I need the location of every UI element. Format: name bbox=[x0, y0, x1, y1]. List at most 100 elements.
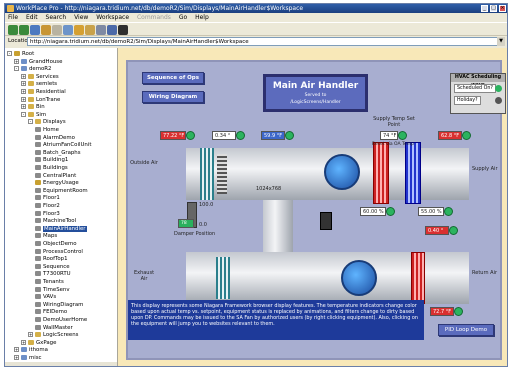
reset-oa-label: Reset via OA Temp bbox=[371, 142, 415, 147]
collapse-icon[interactable]: - bbox=[21, 111, 26, 117]
outside-temp-go-icon[interactable] bbox=[186, 131, 195, 140]
exhaust-filter-icon[interactable] bbox=[216, 257, 230, 299]
folder-icon bbox=[35, 294, 41, 300]
hvac-scheduling-title: HVAC Scheduling ways bbox=[451, 74, 505, 88]
reheat-coil-icon[interactable] bbox=[411, 252, 425, 304]
menu-search[interactable]: Search bbox=[46, 14, 67, 21]
maximize-button[interactable]: □ bbox=[490, 5, 497, 12]
forward-icon[interactable] bbox=[19, 25, 29, 35]
folder-icon[interactable] bbox=[85, 25, 95, 35]
camera-icon[interactable] bbox=[118, 25, 128, 35]
expand-icon[interactable]: + bbox=[21, 96, 26, 102]
folder-icon bbox=[35, 309, 41, 315]
expand-icon[interactable]: + bbox=[21, 81, 26, 87]
folder-icon bbox=[28, 73, 34, 79]
expand-icon[interactable]: + bbox=[21, 73, 26, 79]
folder-icon bbox=[35, 134, 41, 140]
return-fan-icon[interactable] bbox=[341, 260, 377, 296]
expand-icon[interactable]: + bbox=[21, 339, 26, 345]
expand-icon[interactable]: + bbox=[14, 58, 19, 64]
return-air-label: Return Air bbox=[472, 270, 498, 276]
minimize-button[interactable]: _ bbox=[481, 5, 488, 12]
exhaust-air-label: Exhaust Air bbox=[133, 270, 155, 282]
expand-icon[interactable]: + bbox=[14, 355, 19, 360]
toolbar bbox=[5, 22, 507, 36]
folder-icon bbox=[21, 58, 27, 64]
expand-icon[interactable]: + bbox=[28, 332, 33, 338]
expand-icon[interactable]: + bbox=[14, 347, 19, 353]
stop-icon[interactable] bbox=[52, 25, 62, 35]
reheat-go-icon[interactable] bbox=[449, 226, 458, 235]
tree-item-label: Tenants bbox=[43, 279, 64, 285]
menu-bar: File Edit Search View Workspace Commands… bbox=[5, 13, 507, 22]
tree-item-label: GrandHouse bbox=[29, 58, 63, 65]
grid-icon[interactable] bbox=[96, 25, 106, 35]
humidity-go-icon[interactable] bbox=[236, 131, 245, 140]
tree-item-label: Sequence bbox=[43, 263, 70, 270]
folder-icon bbox=[35, 210, 41, 216]
location-dropdown-icon[interactable]: ▼ bbox=[497, 37, 505, 46]
holiday-button[interactable]: Holiday? bbox=[454, 96, 481, 105]
filter-icon[interactable] bbox=[200, 148, 214, 200]
close-button[interactable]: × bbox=[499, 5, 506, 12]
setpoint-go-icon[interactable] bbox=[398, 131, 407, 140]
collapse-icon[interactable]: - bbox=[14, 66, 19, 72]
back-icon[interactable] bbox=[8, 25, 18, 35]
heating-coil-icon[interactable] bbox=[373, 142, 389, 204]
tree-icon[interactable] bbox=[63, 25, 73, 35]
cooling-coil-icon[interactable] bbox=[405, 142, 421, 204]
menu-commands: Commands bbox=[136, 14, 171, 21]
expand-icon[interactable]: + bbox=[21, 104, 26, 110]
tree-item-label: AlarmDemo bbox=[43, 134, 75, 141]
valve-two-go-icon[interactable] bbox=[444, 207, 453, 216]
tree-item-label: VAVs bbox=[43, 294, 57, 301]
folder-icon bbox=[35, 271, 41, 277]
tree-item[interactable]: + misc bbox=[14, 354, 42, 362]
folder-icon bbox=[35, 301, 41, 307]
menu-help[interactable]: Help bbox=[195, 14, 209, 21]
nav-tree: - Root + GrandHouse - demoR2 + Services + semlets… bbox=[5, 48, 118, 366]
mixed-air-temp-reading: 59.9 °F bbox=[261, 131, 294, 140]
pid-loop-demo-button[interactable]: PID Loop Demo bbox=[438, 324, 494, 336]
damper-position-label: Damper Position bbox=[174, 231, 216, 237]
menu-file[interactable]: File bbox=[8, 14, 18, 21]
refresh-icon[interactable] bbox=[30, 25, 40, 35]
tree-item-label: Services bbox=[36, 73, 59, 80]
control-panel-icon[interactable] bbox=[320, 212, 332, 230]
home-icon[interactable] bbox=[41, 25, 51, 35]
folder-icon bbox=[35, 286, 41, 292]
expand-icon[interactable]: + bbox=[21, 89, 26, 94]
bookmark-icon[interactable] bbox=[74, 25, 84, 35]
tree-item-label: Floor2 bbox=[43, 203, 60, 209]
collapse-icon[interactable]: - bbox=[28, 119, 33, 125]
folder-icon bbox=[35, 203, 41, 208]
tree-item-label: Buildings bbox=[43, 165, 68, 171]
monitor-icon[interactable] bbox=[107, 25, 117, 35]
tree-item-label: Residential bbox=[36, 89, 66, 95]
sequence-of-ops-button[interactable]: Sequence of Ops bbox=[142, 72, 204, 84]
damper-icon[interactable] bbox=[217, 154, 227, 194]
folder-icon bbox=[35, 225, 41, 231]
menu-edit[interactable]: Edit bbox=[26, 14, 38, 21]
tree-item-label: demoR2 bbox=[29, 66, 52, 73]
collapse-icon[interactable]: - bbox=[7, 51, 12, 56]
title-bar: WorkPlace Pro - http://niagara.tridium.n… bbox=[5, 4, 507, 13]
valve-two-reading: 55.00 % bbox=[418, 207, 453, 216]
wiring-diagram-button[interactable]: Wiring Diagram bbox=[142, 91, 204, 103]
supply-fan-icon[interactable] bbox=[324, 154, 360, 190]
location-input[interactable]: http://niagara.tridium.net/db/demoR2/Sim… bbox=[27, 37, 500, 46]
folder-icon bbox=[28, 89, 34, 94]
mixed-temp-go-icon[interactable] bbox=[285, 131, 294, 140]
scheduled-on-button[interactable]: Scheduled On? bbox=[454, 84, 496, 93]
window-title: WorkPlace Pro - http://niagara.tridium.n… bbox=[16, 5, 304, 12]
location-bar: Location http://niagara.tridium.net/db/d… bbox=[5, 36, 507, 47]
return-temp-go-icon[interactable] bbox=[454, 307, 463, 316]
valve-one-go-icon[interactable] bbox=[386, 207, 395, 216]
main-air-handler-title: Main Air Handler Served to /LogicScreens… bbox=[263, 74, 368, 112]
supply-temp-go-icon[interactable] bbox=[462, 131, 471, 140]
tree-horizontal-scrollbar[interactable] bbox=[5, 362, 117, 366]
menu-view[interactable]: View bbox=[74, 14, 88, 21]
tree-item-label: Floor1 bbox=[43, 195, 60, 202]
menu-workspace[interactable]: Workspace bbox=[96, 14, 129, 21]
menu-go[interactable]: Go bbox=[179, 14, 187, 21]
